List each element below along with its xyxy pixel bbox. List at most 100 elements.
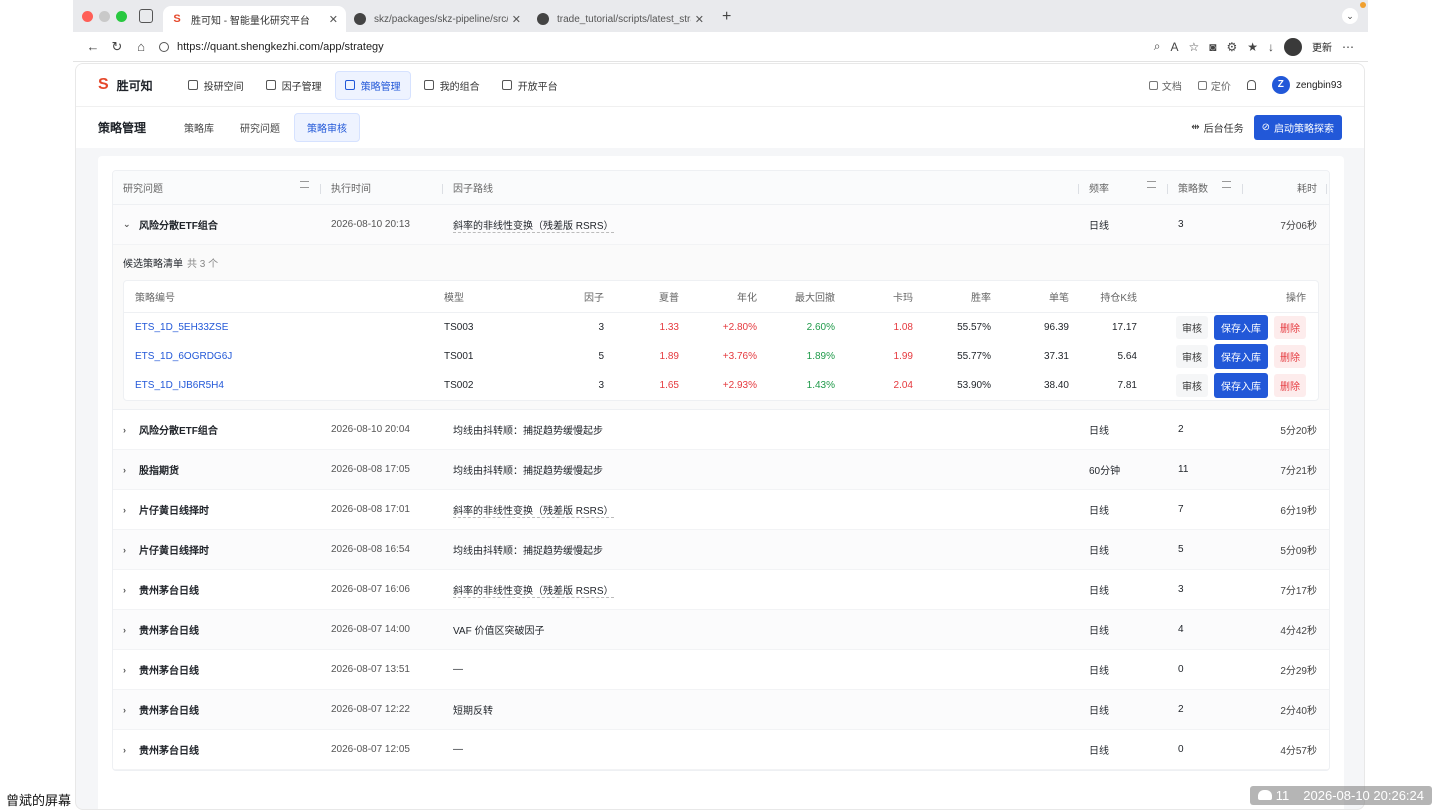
site-info-icon[interactable] [159, 41, 169, 52]
count-cell: 11 [1178, 464, 1189, 475]
chevron-right-icon[interactable]: › [123, 745, 139, 755]
delete-button[interactable]: 删除 [1274, 345, 1306, 368]
favorite-icon[interactable]: ☆ [1188, 40, 1199, 54]
docs-link[interactable]: 文档 [1148, 78, 1182, 93]
browser-window: S 胜可知 - 智能量化研究平台 ✕ skz/packages/skz-pipe… [73, 0, 1368, 810]
reload-icon[interactable]: ↻ [105, 39, 129, 55]
table-row[interactable]: › 片仔黄日线择时 2026-08-08 17:01 斜率的非线性变换（残差版 RSR… [113, 490, 1329, 530]
screenshot-icon[interactable]: ◙ [1209, 40, 1216, 54]
chevron-right-icon[interactable]: › [123, 465, 139, 475]
app-logo[interactable]: S 胜可知 [98, 76, 153, 94]
tab-strategy-library[interactable]: 策略库 [172, 114, 226, 141]
frequency-cell: 日线 [1089, 221, 1109, 232]
chevron-right-icon[interactable]: › [123, 625, 139, 635]
close-window-button[interactable] [82, 10, 93, 22]
header-label: 研究问题 [123, 184, 163, 195]
nav-strategy-management[interactable]: 策略管理 [334, 70, 411, 100]
start-exploration-button[interactable]: ⊘ 启动策略探索 [1253, 115, 1342, 140]
tab-collections-icon[interactable] [139, 9, 153, 23]
update-button[interactable]: 更新 [1312, 39, 1332, 54]
delete-button[interactable]: 删除 [1274, 316, 1306, 339]
header-frequency[interactable]: 频率 [1079, 180, 1168, 195]
downloads-icon[interactable]: ↓ [1268, 40, 1274, 54]
route-text: VAF 价值区突破因子 [453, 626, 545, 637]
table-row[interactable]: › 股指期货 2026-08-08 17:05 均线由抖转顺：捕捉趋势缓慢起步 60分钟… [113, 450, 1329, 490]
browser-tab-1[interactable]: S 胜可知 - 智能量化研究平台 ✕ [163, 6, 346, 32]
sub-navigation: 策略管理 策略库 研究问题 策略审核 ⇹ 后台任务 ⊘ 启动策略探索 [76, 106, 1364, 148]
chevron-down-icon[interactable]: ⌄ [123, 219, 139, 230]
route-cell: 短期反转 [443, 702, 1079, 717]
filter-icon[interactable] [1222, 181, 1231, 188]
participants[interactable]: 11 [1258, 788, 1289, 803]
profile-avatar[interactable] [1284, 37, 1302, 56]
minimize-window-button[interactable] [99, 10, 110, 22]
home-icon[interactable]: ⌂ [129, 39, 153, 54]
strategy-id-link[interactable]: ETS_1D_5EH33ZSE [124, 322, 444, 333]
user-menu[interactable]: Z zengbin93 [1271, 76, 1342, 94]
candidate-header: 策略编号 模型 因子 夏普 年化 最大回撤 卡玛 胜率 单笔 持仓K线 操作 [124, 281, 1318, 313]
delete-button[interactable]: 删除 [1274, 374, 1306, 397]
question-text: 贵州茅台日线 [139, 706, 199, 717]
close-tab-icon[interactable]: ✕ [329, 13, 338, 26]
strategy-id-link[interactable]: ETS_1D_IJB6R5H4 [124, 380, 444, 391]
save-to-library-button[interactable]: 保存入库 [1214, 344, 1268, 369]
candidate-row[interactable]: ETS_1D_5EH33ZSE TS003 3 1.33 +2.80% 2.60% 1.08… [124, 313, 1318, 342]
nav-factor-management[interactable]: 因子管理 [257, 72, 331, 99]
frequency-cell: 日线 [1089, 546, 1109, 557]
time-cell: 2026-08-08 17:01 [331, 504, 410, 515]
candidate-row[interactable]: ETS_1D_6OGRDG6J TS001 5 1.89 +3.76% 1.89% 1.99… [124, 342, 1318, 371]
browser-tab-2[interactable]: skz/packages/skz-pipeline/src/s ✕ [346, 6, 529, 32]
new-tab-icon[interactable]: + [722, 8, 731, 26]
actions-cell: 审核 保存入库 删除 [1137, 344, 1318, 369]
review-button[interactable]: 审核 [1176, 345, 1208, 368]
table-row[interactable]: › 贵州茅台日线 2026-08-07 12:22 短期反转 日线 2 2分40秒 [113, 690, 1329, 730]
chevron-right-icon[interactable]: › [123, 545, 139, 555]
table-row[interactable]: › 风险分散ETF组合 2026-08-10 20:04 均线由抖转顺：捕捉趋势缓慢起… [113, 410, 1329, 450]
nav-research-space[interactable]: 投研空间 [179, 72, 253, 99]
chevron-right-icon[interactable]: › [123, 665, 139, 675]
table-row[interactable]: › 贵州茅台日线 2026-08-07 12:05 — 日线 0 4分57秒 [113, 730, 1329, 770]
review-button[interactable]: 审核 [1176, 374, 1208, 397]
table-row[interactable]: › 片仔黄日线择时 2026-08-08 16:54 均线由抖转顺：捕捉趋势缓慢起步 日… [113, 530, 1329, 570]
chevron-right-icon[interactable]: › [123, 705, 139, 715]
url-field[interactable]: https://quant.shengkezhi.com/app/strateg… [159, 41, 1154, 53]
review-button[interactable]: 审核 [1176, 316, 1208, 339]
table-row[interactable]: › 贵州茅台日线 2026-08-07 13:51 — 日线 0 2分29秒 [113, 650, 1329, 690]
save-to-library-button[interactable]: 保存入库 [1214, 373, 1268, 398]
background-tasks-button[interactable]: ⇹ 后台任务 [1191, 120, 1243, 135]
candidate-row[interactable]: ETS_1D_IJB6R5H4 TS002 3 1.65 +2.93% 1.43% 2.04… [124, 371, 1318, 400]
chevron-right-icon[interactable]: › [123, 585, 139, 595]
more-icon[interactable]: ⋯ [1342, 40, 1354, 54]
filter-icon[interactable] [1147, 181, 1156, 188]
favorites-bar-icon[interactable]: ★ [1247, 40, 1258, 54]
read-aloud-icon[interactable]: A [1170, 40, 1178, 54]
filter-icon[interactable] [300, 181, 309, 188]
strategy-id-link[interactable]: ETS_1D_6OGRDG6J [124, 351, 444, 362]
chevron-right-icon[interactable]: › [123, 505, 139, 515]
tab-research-questions[interactable]: 研究问题 [228, 114, 292, 141]
bell-icon[interactable] [1246, 80, 1256, 90]
save-to-library-button[interactable]: 保存入库 [1214, 315, 1268, 340]
sharpe-cell: 1.65 [659, 380, 679, 391]
route-text: 短期反转 [453, 706, 493, 717]
table-row[interactable]: › 贵州茅台日线 2026-08-07 14:00 VAF 价值区突破因子 日线 4 4分4… [113, 610, 1329, 650]
close-tab-icon[interactable]: ✕ [695, 13, 704, 26]
maximize-window-button[interactable] [116, 10, 127, 22]
header-question[interactable]: 研究问题 [113, 180, 321, 195]
extensions-icon[interactable]: ⚙ [1226, 40, 1237, 54]
zoom-icon[interactable]: ⌕ [1154, 39, 1161, 54]
tab-list-chevron-icon[interactable]: ⌄ [1342, 8, 1358, 24]
chevron-right-icon[interactable]: › [123, 425, 139, 435]
back-icon[interactable]: ← [81, 39, 105, 54]
header-count[interactable]: 策略数 [1168, 180, 1243, 195]
nav-my-portfolio[interactable]: 我的组合 [415, 72, 489, 99]
duration-cell: 5分09秒 [1280, 546, 1317, 557]
pricing-link[interactable]: 定价 [1197, 78, 1231, 93]
tab-strategy-review[interactable]: 策略审核 [294, 113, 361, 142]
table-row[interactable]: › 贵州茅台日线 2026-08-07 16:06 斜率的非线性变换（残差版 RSRS… [113, 570, 1329, 610]
time-cell: 2026-08-10 20:04 [331, 424, 410, 435]
browser-tab-3[interactable]: trade_tutorial/scripts/latest_stra ✕ [529, 6, 712, 32]
table-row-expanded[interactable]: ⌄ 风险分散ETF组合 2026-08-10 20:13 斜率的非线性变换（残差版… [113, 205, 1329, 245]
nav-open-platform[interactable]: 开放平台 [493, 72, 567, 99]
close-tab-icon[interactable]: ✕ [512, 13, 521, 26]
